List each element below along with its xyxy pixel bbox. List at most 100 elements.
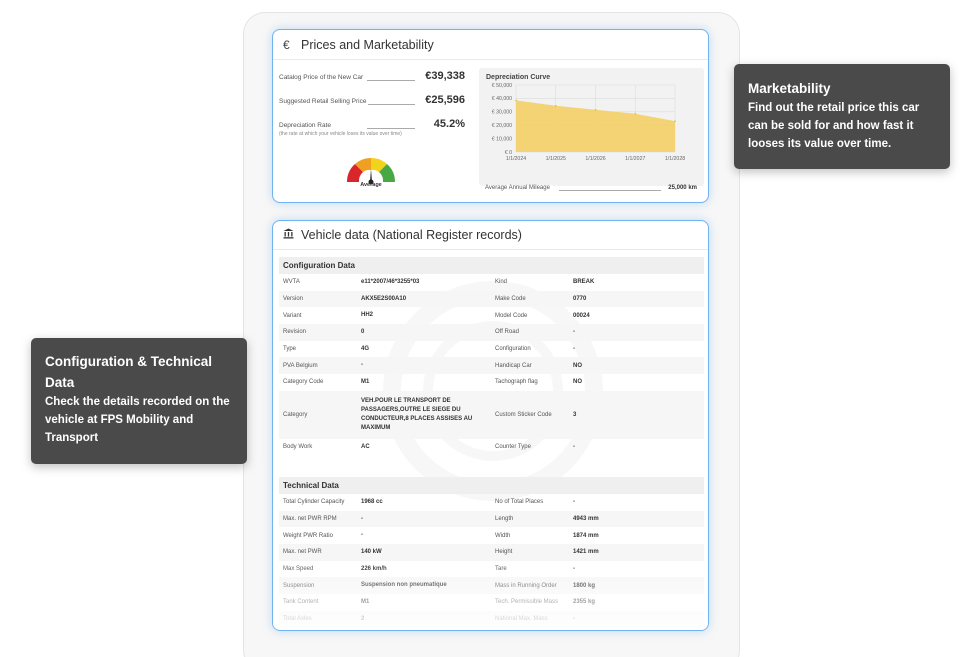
y-tick-label: € 0 — [505, 150, 512, 156]
row-value: BREAK — [573, 279, 595, 286]
row-key: WVTA — [283, 279, 300, 286]
row-value: - — [573, 616, 575, 623]
price-row-label: Depreciation Rate — [279, 122, 334, 129]
row-value: VEH.POUR LE TRANSPORT DE PASSAGERS,OUTRE… — [361, 397, 473, 431]
row-key: Kind — [495, 279, 508, 286]
row-value: 0770 — [573, 296, 587, 303]
row-value: 1874 mm — [573, 532, 599, 539]
config-table: WVTA e11*2007/46*3255*03 Kind BREAK Version A… — [279, 274, 704, 456]
row-value: 00024 — [573, 312, 590, 319]
row-value: - — [573, 329, 575, 336]
row-key: Make Code — [495, 296, 526, 303]
table-row: Type 4G Configuration - — [279, 341, 704, 358]
prices-card-title: Prices and Marketability — [301, 37, 434, 52]
row-key: Tech. Permissible Mass — [495, 599, 559, 606]
y-tick-label: € 10,000 — [492, 136, 512, 142]
row-value: 1968 cc — [361, 498, 383, 505]
prices-card-header: € Prices and Marketability — [273, 30, 708, 60]
price-row-catalog: Catalog Price of the New Car €39,338 — [279, 68, 465, 92]
row-value: 1800 kg — [573, 582, 596, 589]
price-row-label: Suggested Retail Selling Price — [279, 98, 369, 105]
data-point — [634, 113, 637, 115]
table-row: PVA Belgium - Handicap Car NO — [279, 357, 704, 375]
data-point — [674, 120, 676, 122]
row-key: Category — [283, 411, 308, 418]
x-tick-label: 1/1/2025 — [546, 156, 566, 162]
row-value: 226 km/h — [361, 565, 387, 572]
price-list: Catalog Price of the New Car €39,338 Sug… — [279, 68, 465, 140]
row-key: Body Work — [283, 444, 313, 451]
configuration-tooltip: Configuration & Technical Data Check the… — [31, 338, 247, 464]
data-point — [515, 99, 517, 102]
row-value: - — [573, 499, 575, 506]
vehicle-card-header: Vehicle data (National Register records) — [273, 221, 708, 250]
row-value: - — [361, 532, 363, 539]
row-value: 0 — [361, 328, 365, 335]
prices-card: € Prices and Marketability Catalog Price… — [272, 29, 709, 203]
row-key: Max. net PWR — [283, 549, 322, 556]
row-key: Counter Type — [495, 444, 531, 451]
y-tick-label: € 50,000 — [492, 83, 512, 89]
table-row: Tank Content M1 Tech. Permissible Mass 2355… — [279, 594, 704, 611]
table-row: Total Cylinder Capacity 1968 cc No of Tota… — [279, 494, 704, 511]
y-tick-label: € 30,000 — [492, 110, 512, 116]
table-row: Max Speed 226 km/h Tare - — [279, 561, 704, 578]
gauge-label: Average — [360, 182, 382, 188]
mileage-row: Average Annual Mileage 25,000 km — [485, 185, 697, 195]
row-value: 1421 mm — [573, 549, 599, 556]
row-value: - — [361, 362, 363, 369]
row-key: Off Road — [495, 329, 519, 336]
tech-table: Total Cylinder Capacity 1968 cc No of Tota… — [279, 494, 704, 628]
row-key: Max. net PWR RPM — [283, 516, 337, 523]
row-value: - — [573, 346, 575, 353]
row-value: M1 — [361, 378, 370, 385]
tooltip-text: Check the details recorded on the vehicl… — [45, 396, 230, 444]
vehicle-card-title: Vehicle data (National Register records) — [301, 228, 522, 242]
row-key: Height — [495, 549, 513, 556]
table-row: Max. net PWR RPM - Length 4943 mm — [279, 510, 704, 528]
price-row-value: 45.2% — [433, 118, 465, 130]
row-value: Suspension non pneumatique — [361, 582, 447, 589]
row-key: Custom Sticker Code — [495, 411, 552, 418]
price-row-value: €39,338 — [425, 70, 465, 82]
table-row: Suspension Suspension non pneumatique Mass… — [279, 577, 704, 595]
table-row: Total Axles 2 National Max. Mass - — [279, 610, 704, 628]
row-value: AKX5E2S00A10 — [361, 295, 407, 302]
price-row-value: €25,596 — [425, 94, 465, 106]
table-row: Version AKX5E2S00A10 Make Code 0770 — [279, 290, 704, 308]
row-key: Total Axles — [283, 616, 312, 623]
table-row: Variant HH2 Model Code 00024 — [279, 307, 704, 324]
row-value: NO — [573, 362, 582, 369]
tooltip-title: Marketability — [748, 81, 831, 96]
row-key: Model Code — [495, 312, 528, 319]
row-key: Handicap Car — [495, 362, 532, 369]
table-row: Max. net PWR 140 kW Height 1421 mm — [279, 544, 704, 561]
row-key: Mass in Running Order — [495, 582, 557, 589]
table-row: Revision 0 Off Road - — [279, 324, 704, 341]
data-point — [594, 108, 597, 111]
row-value: M1 — [361, 598, 370, 605]
depreciation-chart: € 50,000 € 40,000 € 30,000 € 20,000 € 10,000… — [479, 68, 704, 186]
row-value: 140 kW — [361, 548, 382, 555]
row-value: NO — [573, 379, 582, 386]
chart-title: Depreciation Curve — [486, 74, 551, 81]
row-key: Tare — [495, 566, 507, 573]
x-tick-label: 1/1/2026 — [585, 156, 605, 162]
price-row-depreciation: Depreciation Rate 45.2% (the rate at whi… — [279, 116, 465, 140]
row-value: 2 — [361, 615, 365, 622]
row-value: - — [361, 515, 363, 522]
row-value: HH2 — [361, 312, 374, 319]
row-value: 4943 mm — [573, 516, 599, 523]
marketability-tooltip: Marketability Find out the retail price … — [734, 64, 950, 169]
depreciation-chart-svg: € 50,000 € 40,000 € 30,000 € 20,000 € 10,000… — [492, 83, 685, 162]
price-row-retail: Suggested Retail Selling Price €25,596 — [279, 92, 465, 116]
y-tick-label: € 40,000 — [492, 96, 512, 102]
tooltip-text: Find out the retail price this car can b… — [748, 102, 920, 150]
row-key: Width — [495, 532, 511, 539]
row-key: No of Total Places — [495, 499, 544, 506]
row-key: Variant — [283, 312, 302, 319]
data-point — [554, 104, 557, 107]
x-tick-label: 1/1/2027 — [625, 156, 645, 162]
mileage-value: 25,000 km — [668, 185, 697, 191]
price-row-label: Catalog Price of the New Car — [279, 74, 366, 81]
